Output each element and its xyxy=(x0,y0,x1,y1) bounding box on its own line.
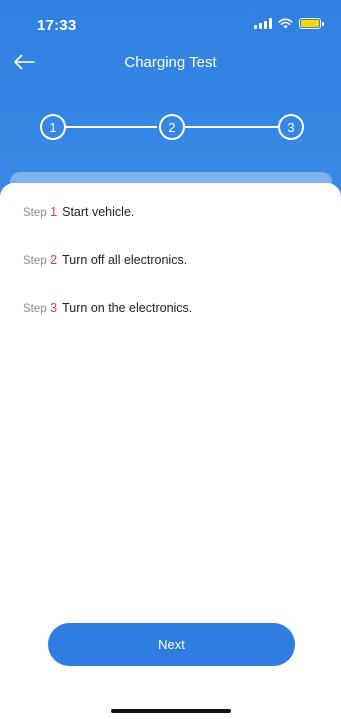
step-number: 2 xyxy=(50,253,58,267)
charging-test-screen: 17:33 Charging Test 1 2 3 Step 1 Start v… xyxy=(0,0,341,719)
stepper-step-1: 1 xyxy=(40,114,66,140)
progress-stepper: 1 2 3 xyxy=(40,114,304,140)
status-icons xyxy=(254,18,324,29)
status-time: 17:33 xyxy=(37,17,77,34)
battery-icon xyxy=(299,18,324,29)
step-prefix: Step xyxy=(23,207,47,219)
instruction-step-3: Step 3 Turn on the electronics. xyxy=(23,301,192,315)
cellular-signal-icon xyxy=(254,18,272,29)
next-button[interactable]: Next xyxy=(48,623,295,666)
stepper-step-2: 2 xyxy=(159,114,185,140)
instruction-step-2: Step 2 Turn off all electronics. xyxy=(23,253,187,267)
page-title: Charging Test xyxy=(124,54,217,71)
instruction-step-1: Step 1 Start vehicle. xyxy=(23,205,134,219)
wifi-icon xyxy=(278,18,293,29)
step-prefix: Step xyxy=(23,303,47,315)
home-indicator xyxy=(111,709,231,713)
step-prefix: Step xyxy=(23,255,47,267)
step-number: 1 xyxy=(50,205,58,219)
step-text: Turn on the electronics. xyxy=(62,301,193,315)
stepper-step-3: 3 xyxy=(278,114,304,140)
step-number: 3 xyxy=(50,301,58,315)
step-text: Start vehicle. xyxy=(62,205,135,219)
stepper-connector xyxy=(185,126,278,128)
stepper-connector xyxy=(66,126,157,128)
step-text: Turn off all electronics. xyxy=(62,253,188,267)
